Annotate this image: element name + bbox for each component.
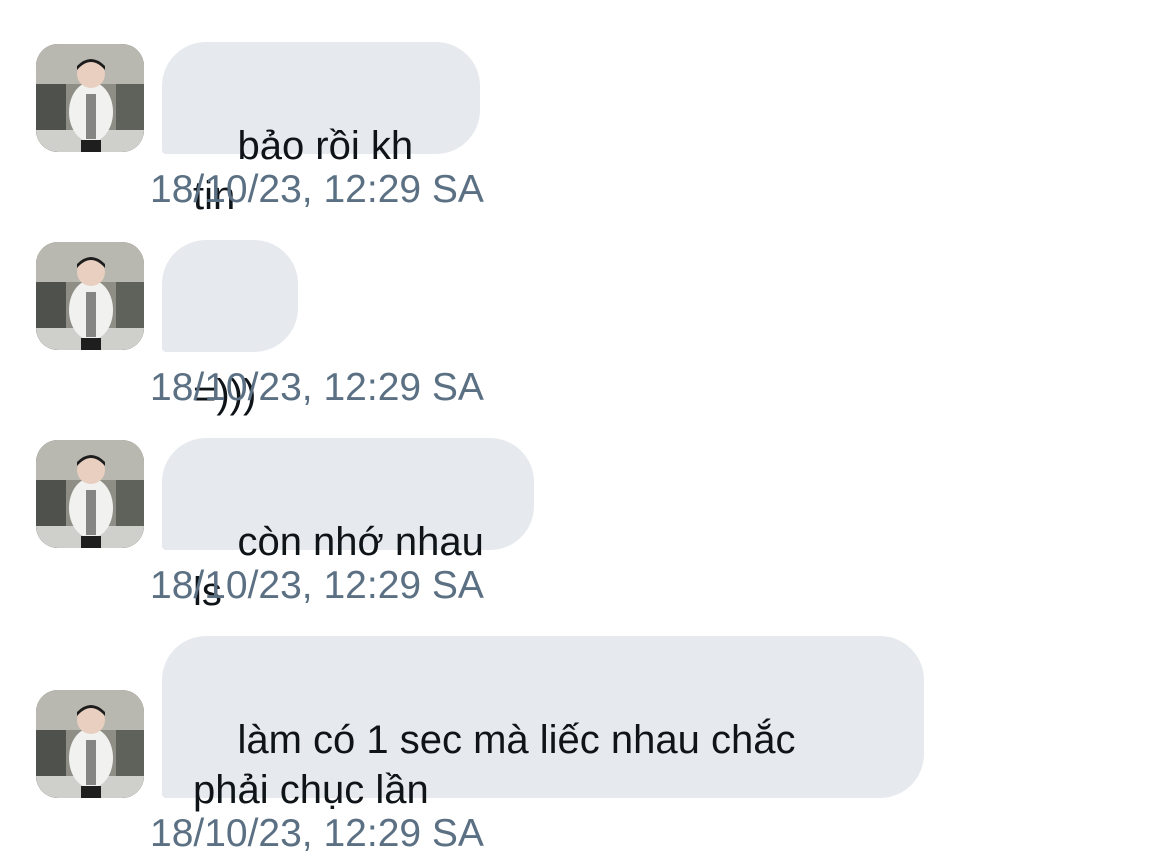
sender-avatar[interactable] [36,690,144,798]
message-timestamp: 18/10/23, 12:29 SA [150,812,484,855]
message-row: làm có 1 sec mà liếc nhau chắc phải chục… [0,0,1170,861]
message-text: làm có 1 sec mà liếc nhau chắc phải chục… [193,718,796,812]
avatar-photo-image [36,690,144,798]
message-bubble[interactable]: làm có 1 sec mà liếc nhau chắc phải chục… [162,636,924,812]
